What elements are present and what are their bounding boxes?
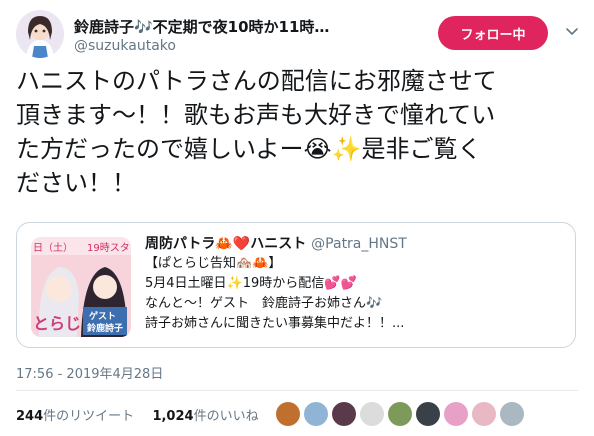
tweet-text: ハニストのパトラさんの配信にお邪魔させて 頂きます〜！！歌もお声も大好きで憧れて… (16, 64, 576, 200)
quoted-text-line: 【ぱとらじ告知🏘️🦀】 (145, 256, 282, 271)
like-label: 件のいいね (193, 409, 259, 424)
tweet-line: ハニストのパトラさんの配信にお邪魔させて (16, 67, 497, 95)
engagement-stats: 244件のリツイート 1,024件のいいね (16, 405, 259, 424)
quoted-text-line: 5月4日土曜日✨19時から配信💕💕 (145, 276, 357, 291)
chevron-down-icon[interactable] (564, 24, 580, 40)
quoted-text-line: なんと〜！ゲスト 鈴鹿詩子お姉さん🎶 (145, 296, 383, 311)
liker-avatar[interactable] (276, 402, 300, 426)
liker-avatar[interactable] (360, 402, 384, 426)
quoted-author-handle[interactable]: @Patra_HNST (311, 236, 407, 252)
thumb-time-text: 19時スタ (87, 242, 130, 254)
thumb-guest-name-text: 鈴鹿詩子 (87, 322, 123, 334)
thumb-title-text: とらじ (33, 314, 81, 333)
liker-avatar[interactable] (500, 402, 524, 426)
quoted-author-name[interactable]: 周防パトラ🦀❤️ハニスト (145, 236, 306, 252)
author-name[interactable]: 鈴鹿詩子🎶不定期で夜10時か11時… (74, 16, 394, 37)
quoted-tweet-thumbnail[interactable]: 日（土） 19時スタ とらじ ゲスト 鈴鹿詩子 (31, 237, 131, 337)
retweet-count: 244 (16, 409, 44, 424)
liker-avatars (276, 402, 524, 428)
retweet-count-link[interactable]: 244件のリツイート (16, 409, 134, 424)
like-count-link[interactable]: 1,024件のいいね (152, 409, 258, 424)
thumb-day-text: 日（土） (33, 241, 73, 254)
retweet-label: 件のリツイート (43, 409, 135, 424)
author-avatar[interactable] (16, 10, 64, 58)
liker-avatar[interactable] (472, 402, 496, 426)
following-button[interactable]: フォロー中 (438, 16, 548, 50)
liker-avatar[interactable] (304, 402, 328, 426)
quoted-tweet-card[interactable]: 日（土） 19時スタ とらじ ゲスト 鈴鹿詩子 周防パトラ🦀❤️ハニスト @Pa… (16, 222, 576, 348)
divider (16, 390, 578, 391)
thumb-guest-text: ゲスト (89, 310, 116, 322)
liker-avatar[interactable] (416, 402, 440, 426)
liker-avatar[interactable] (388, 402, 412, 426)
tweet-timestamp[interactable]: 17:56 - 2019年4月28日 (16, 363, 163, 382)
author-handle[interactable]: @suzukautako (74, 38, 176, 54)
liker-avatar[interactable] (444, 402, 468, 426)
tweet-line: ださい！！ (16, 169, 136, 197)
quoted-author-line[interactable]: 周防パトラ🦀❤️ハニスト @Patra_HNST (145, 233, 565, 253)
quoted-text-line: 詩子お姉さんに聞きたい事募集中だよ！！... (145, 316, 405, 331)
tweet-line: 頂きます〜！！歌もお声も大好きで憧れてい (16, 101, 496, 129)
tweet-header: 鈴鹿詩子🎶不定期で夜10時か11時… @suzukautako フォロー中 (16, 10, 578, 58)
tweet-line: た方だったので嬉しいよー😭✨是非ご覧く (16, 135, 482, 163)
quoted-tweet-body: 周防パトラ🦀❤️ハニスト @Patra_HNST 【ぱとらじ告知🏘️🦀】 5月4… (145, 233, 565, 333)
liker-avatar[interactable] (332, 402, 356, 426)
like-count: 1,024 (152, 409, 194, 424)
